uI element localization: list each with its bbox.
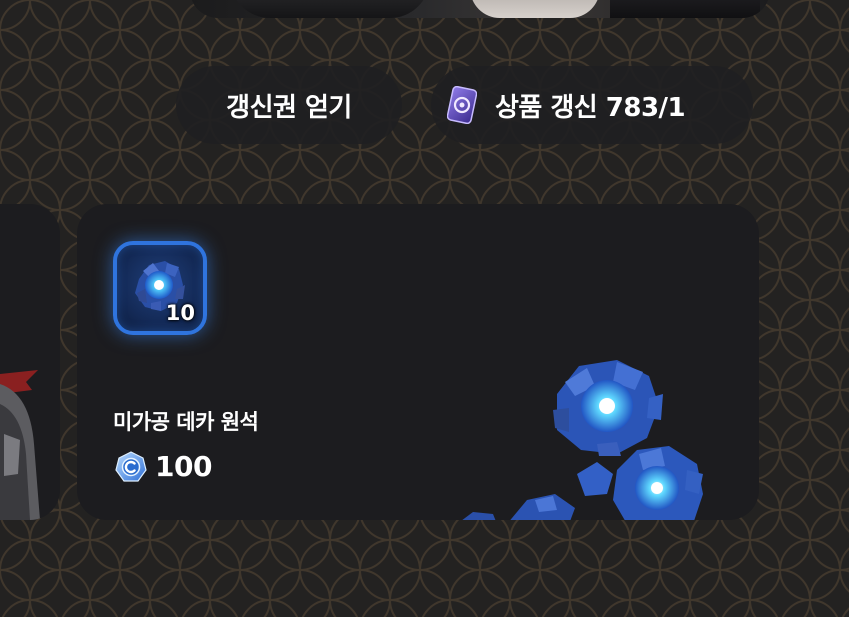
earn-ticket-button[interactable]: 갱신권 얻기 — [176, 66, 402, 144]
shop-item-card[interactable]: 10 미가공 데카 원석 100 — [77, 204, 759, 520]
crystal-coin-icon — [115, 450, 147, 482]
shop-screen: 갱신권 얻기 상품 갱신 783/1 10 미가공 데카 원석 100 — [0, 0, 849, 617]
refresh-items-button[interactable]: 상품 갱신 783/1 — [431, 66, 753, 144]
refresh-ticket-icon — [447, 86, 477, 124]
shop-item-card-previous[interactable] — [0, 204, 60, 520]
price-row: 100 — [115, 450, 212, 483]
earn-ticket-label: 갱신권 얻기 — [226, 92, 352, 123]
item-quantity: 10 — [165, 301, 195, 325]
refresh-label: 상품 갱신 783/1 — [495, 92, 686, 123]
top-banner-image — [190, 0, 770, 18]
item-slot: 10 — [113, 241, 207, 335]
item-name: 미가공 데카 원석 — [113, 410, 259, 434]
character-fragment-image — [0, 370, 40, 520]
item-price: 100 — [155, 450, 212, 483]
ore-illustration — [462, 360, 703, 520]
